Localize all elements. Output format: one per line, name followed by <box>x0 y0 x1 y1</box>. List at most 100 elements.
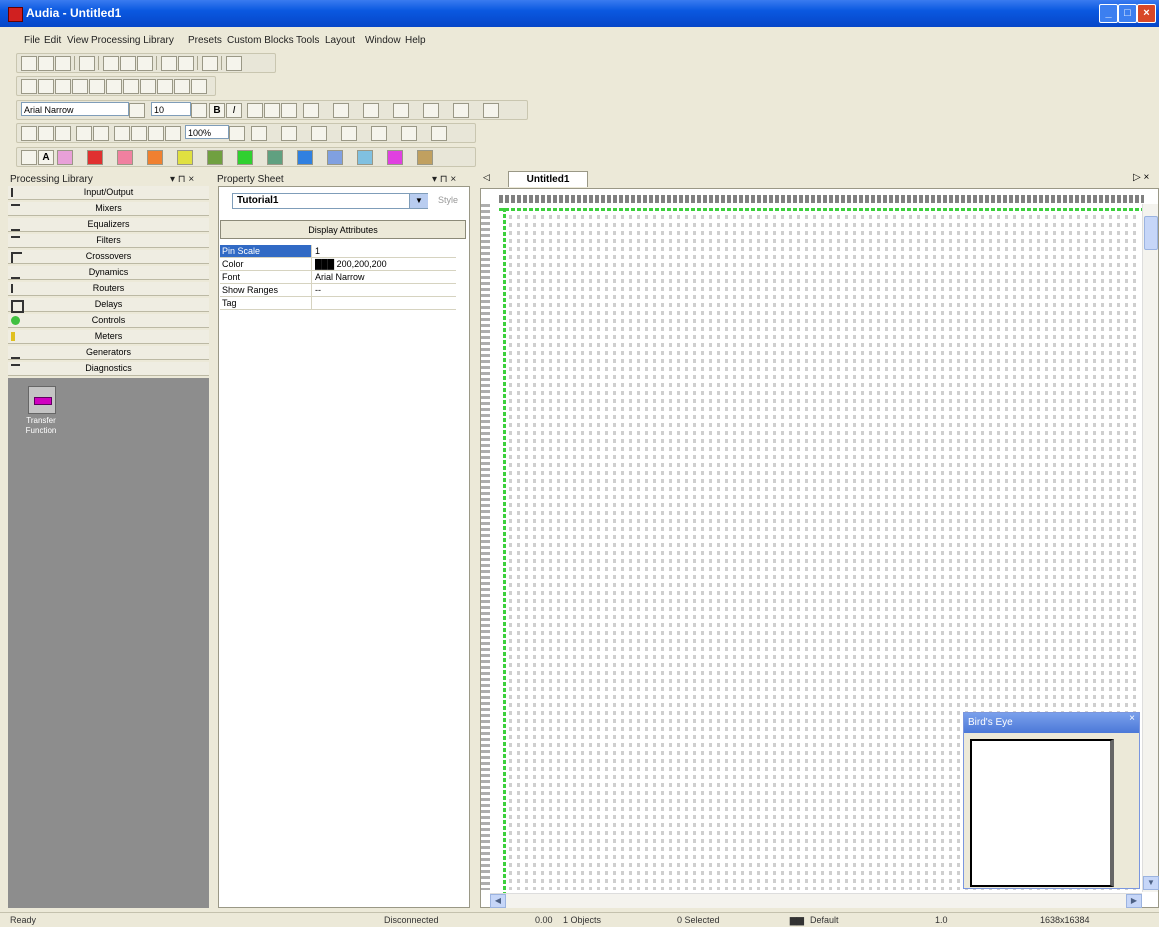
menu-window[interactable]: Window <box>365 35 401 46</box>
align-center-icon[interactable] <box>89 79 105 94</box>
diagnostic-block-icon[interactable] <box>417 150 433 165</box>
align-left-icon[interactable] <box>72 79 88 94</box>
library-category[interactable]: Generators <box>8 346 209 360</box>
library-toggle-icon[interactable] <box>38 126 54 141</box>
minimize-button[interactable]: _ <box>1099 4 1118 23</box>
library-category[interactable]: Equalizers <box>8 218 209 232</box>
text-align-left-icon[interactable] <box>247 103 263 118</box>
line-style-icon[interactable] <box>423 103 439 118</box>
menu-custom-blocks[interactable]: Custom Blocks <box>227 35 294 46</box>
menu-layout[interactable]: Layout <box>325 35 355 46</box>
close-button[interactable]: × <box>1137 4 1156 23</box>
vertical-scrollbar[interactable]: ▼ <box>1142 204 1159 892</box>
grid-icon[interactable] <box>76 126 92 141</box>
birds-eye-close-button[interactable]: × <box>1129 713 1135 724</box>
ruler-icon[interactable] <box>93 126 109 141</box>
meter-block-icon[interactable] <box>357 150 373 165</box>
zoom-dropdown-icon[interactable] <box>229 126 245 141</box>
font-name-combo[interactable]: Arial Narrow <box>21 102 129 116</box>
property-row[interactable]: Tag <box>220 297 456 310</box>
eq-block-icon[interactable] <box>147 150 163 165</box>
dynamics-block-icon[interactable] <box>237 150 253 165</box>
menu-tools[interactable]: Tools <box>296 35 319 46</box>
line-color-icon[interactable] <box>363 103 379 118</box>
fill-color-icon[interactable] <box>303 103 319 118</box>
same-size-icon[interactable] <box>191 79 207 94</box>
filter-block-icon[interactable] <box>177 150 193 165</box>
text-align-center-icon[interactable] <box>264 103 280 118</box>
library-category[interactable]: Controls <box>8 314 209 328</box>
print-icon[interactable] <box>202 56 218 71</box>
scroll-down-icon[interactable]: ▼ <box>1143 876 1159 890</box>
property-row[interactable]: Show Ranges -- <box>220 284 456 297</box>
align-top-icon[interactable] <box>21 79 37 94</box>
space-across-icon[interactable] <box>123 79 139 94</box>
group-icon[interactable] <box>311 126 327 141</box>
mixer-block-icon[interactable] <box>117 150 133 165</box>
lock-icon[interactable] <box>431 126 447 141</box>
library-category[interactable]: Input/Output <box>8 186 209 200</box>
text-tool-icon[interactable]: A <box>38 150 54 165</box>
properties-icon[interactable] <box>21 126 37 141</box>
save-icon[interactable] <box>55 56 71 71</box>
property-sheet-controls[interactable]: ▾ ⊓ × <box>432 172 456 187</box>
zoom-out-icon[interactable] <box>148 126 164 141</box>
align-middle-icon[interactable] <box>38 79 54 94</box>
scroll-left-icon[interactable]: ◀ <box>490 894 506 908</box>
space-down-icon[interactable] <box>140 79 156 94</box>
maximize-button[interactable]: □ <box>1118 4 1137 23</box>
display-attributes-button[interactable]: Display Attributes <box>220 220 466 239</box>
same-width-icon[interactable] <box>157 79 173 94</box>
menu-help[interactable]: Help <box>405 35 426 46</box>
birds-eye-toggle-icon[interactable] <box>55 126 71 141</box>
wire-tool-icon[interactable] <box>57 150 73 165</box>
line-width-icon[interactable] <box>393 103 409 118</box>
menu-processing-library[interactable]: Processing Library <box>91 35 174 46</box>
property-row[interactable]: Pin Scale 1 <box>220 245 456 258</box>
pan-icon[interactable] <box>114 126 130 141</box>
vertical-scroll-thumb[interactable] <box>1144 216 1158 250</box>
menu-view[interactable]: View <box>67 35 89 46</box>
library-category[interactable]: Routers <box>8 282 209 296</box>
font-size-combo[interactable]: 10 <box>151 102 191 116</box>
menu-presets[interactable]: Presets <box>188 35 222 46</box>
zoom-fit-icon[interactable] <box>165 126 181 141</box>
bold-button[interactable]: B <box>209 103 225 118</box>
paste-icon[interactable] <box>137 56 153 71</box>
font-name-dropdown-icon[interactable] <box>129 103 145 118</box>
order-front-icon[interactable] <box>251 126 267 141</box>
library-category[interactable]: Meters <box>8 330 209 344</box>
router-block-icon[interactable] <box>267 150 283 165</box>
input-block-icon[interactable] <box>87 150 103 165</box>
arrow-style-icon[interactable] <box>453 103 469 118</box>
library-category[interactable]: Crossovers <box>8 250 209 264</box>
help-icon[interactable] <box>226 56 242 71</box>
control-block-icon[interactable] <box>327 150 343 165</box>
flip-icon[interactable] <box>401 126 417 141</box>
property-row[interactable]: Color ███ 200,200,200 <box>220 258 456 271</box>
menu-edit[interactable]: Edit <box>44 35 61 46</box>
italic-button[interactable]: I <box>226 103 242 118</box>
scroll-right-icon[interactable]: ▶ <box>1126 894 1142 908</box>
open-icon[interactable] <box>38 56 54 71</box>
menu-file[interactable]: File <box>24 35 40 46</box>
birds-eye-viewport[interactable] <box>970 739 1114 887</box>
copy-icon[interactable] <box>120 56 136 71</box>
crossover-block-icon[interactable] <box>207 150 223 165</box>
library-category[interactable]: Filters <box>8 234 209 248</box>
align-right-icon[interactable] <box>106 79 122 94</box>
new-icon[interactable] <box>21 56 37 71</box>
library-panel-controls[interactable]: ▾ ⊓ × <box>170 172 194 187</box>
font-color-icon[interactable] <box>333 103 349 118</box>
property-row[interactable]: Font Arial Narrow <box>220 271 456 284</box>
delay-block-icon[interactable] <box>297 150 313 165</box>
object-select[interactable]: Tutorial1 <box>232 193 428 209</box>
ungroup-icon[interactable] <box>341 126 357 141</box>
shadow-icon[interactable] <box>483 103 499 118</box>
same-height-icon[interactable] <box>174 79 190 94</box>
align-bottom-icon[interactable] <box>55 79 71 94</box>
library-category[interactable]: Mixers <box>8 202 209 216</box>
style-button[interactable]: Style <box>438 195 458 205</box>
text-align-right-icon[interactable] <box>281 103 297 118</box>
zoom-combo[interactable]: 100% <box>185 125 229 139</box>
